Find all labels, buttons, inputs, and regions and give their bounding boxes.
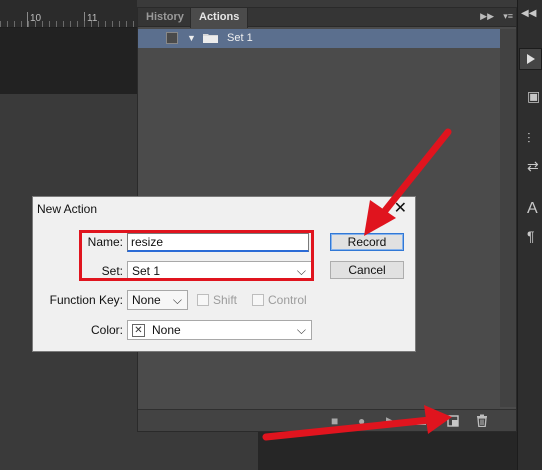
arrow-to-new-action-button <box>262 405 452 441</box>
annotation-arrows <box>262 128 452 441</box>
arrow-to-record-button <box>364 128 452 236</box>
